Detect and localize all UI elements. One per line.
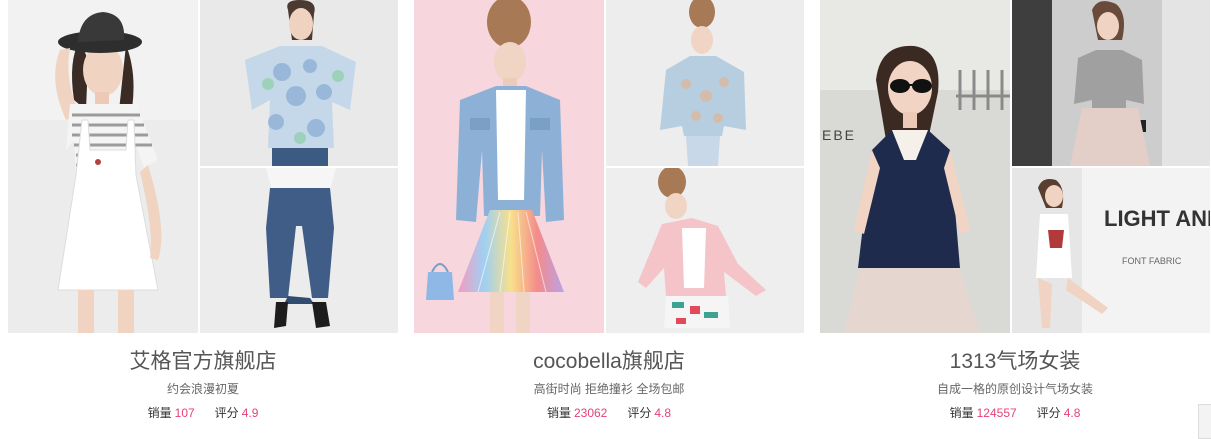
rating-score: 4.8	[1063, 406, 1081, 420]
rating-label: 评分	[627, 406, 652, 420]
product-photo-main[interactable]: EBE	[820, 0, 1010, 333]
rating-label: 评分	[1036, 406, 1061, 420]
sales-label: 销量	[546, 406, 571, 420]
shop-card-aige[interactable]: 艾格官方旗舰店 约会浪漫初夏 销量 107 评分 4.9	[8, 0, 398, 439]
side-scroll-tab[interactable]	[1198, 404, 1211, 439]
shop-card-cocobella[interactable]: cocobella旗舰店 高街时尚 拒绝撞衫 全场包邮 销量 23062 评分 4.8	[414, 0, 804, 439]
shop-name[interactable]: 1313气场女装	[820, 348, 1210, 376]
sales-count: 124557	[976, 406, 1017, 420]
shop-stats: 销量 107 评分 4.9	[8, 405, 398, 421]
product-photo-main[interactable]	[8, 0, 198, 333]
shop-card-1313[interactable]: EBE LIGHT AN FONT FABRIC 1313气场女装 自成一格的原…	[820, 0, 1210, 439]
product-photo-bottom[interactable]: LIGHT AND BOLD FONT FABRIC	[1012, 168, 1210, 333]
product-photo-main[interactable]	[414, 0, 604, 333]
product-photo-top[interactable]	[1012, 0, 1210, 166]
rating-stat: 评分 4.8	[1037, 405, 1081, 421]
product-photo-bottom[interactable]	[200, 168, 398, 333]
sales-label: 销量	[147, 406, 172, 420]
shop-name[interactable]: 艾格官方旗舰店	[8, 348, 398, 376]
street-sign-text: EBE	[822, 127, 856, 143]
product-photo-top[interactable]	[606, 0, 804, 166]
shop-name[interactable]: cocobella旗舰店	[414, 348, 804, 376]
rating-stat: 评分 4.8	[627, 405, 671, 421]
shop-photos[interactable]	[8, 0, 398, 333]
shop-photos[interactable]	[414, 0, 804, 333]
rating-score: 4.8	[654, 406, 672, 420]
product-photo-top[interactable]	[200, 0, 398, 166]
shop-tagline: 约会浪漫初夏	[166, 382, 239, 396]
sales-label: 销量	[949, 406, 974, 420]
sales-count: 23062	[573, 406, 608, 420]
sales-stat: 销量 124557	[950, 405, 1017, 421]
sales-count: 107	[174, 406, 195, 420]
poster-text: LIGHT AND BOLD	[1104, 206, 1210, 231]
shop-tagline: 自成一格的原创设计气场女装	[936, 382, 1093, 396]
product-photo-bottom[interactable]	[606, 168, 804, 333]
shop-stats: 销量 124557 评分 4.8	[820, 405, 1210, 421]
shop-stats: 销量 23062 评分 4.8	[414, 405, 804, 421]
poster-subtext: FONT FABRIC	[1122, 256, 1182, 266]
sales-stat: 销量 23062	[547, 405, 607, 421]
rating-score: 4.9	[241, 406, 259, 420]
shop-tagline: 高街时尚 拒绝撞衫 全场包邮	[533, 382, 685, 396]
shop-photos[interactable]: EBE LIGHT AN FONT FABRIC	[820, 0, 1210, 333]
rating-stat: 评分 4.9	[215, 405, 259, 421]
rating-label: 评分	[214, 406, 239, 420]
sales-stat: 销量 107	[148, 405, 195, 421]
